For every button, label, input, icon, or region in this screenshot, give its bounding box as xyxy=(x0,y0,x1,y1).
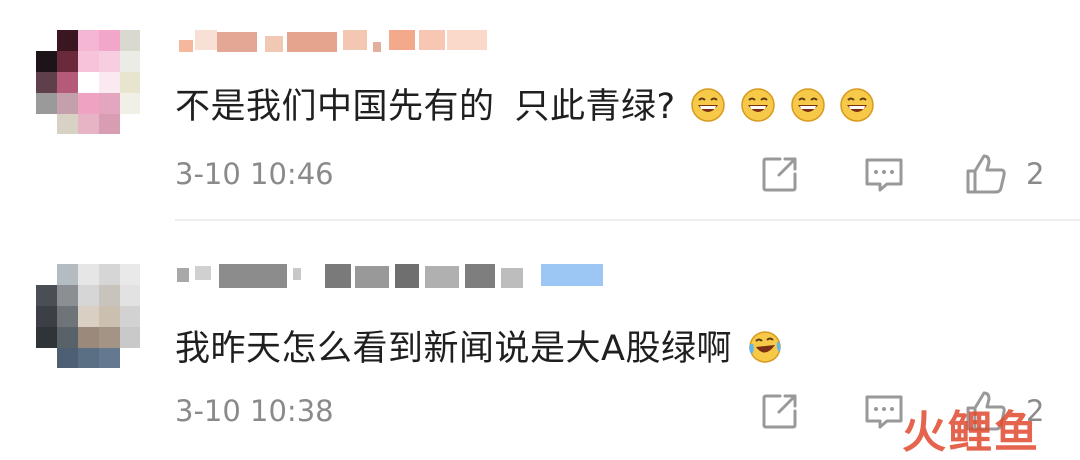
username-blurred[interactable] xyxy=(175,30,495,54)
reply-comment-icon[interactable] xyxy=(860,150,908,198)
comment-text: 我昨天怎么看到新闻说是大A股绿啊 xyxy=(175,320,782,371)
comment-timestamp: 3-10 10:38 xyxy=(175,394,334,428)
watermark-logo: 火鲤鱼 xyxy=(902,407,1040,458)
thumbs-up-icon[interactable] xyxy=(962,150,1010,198)
comment-text-main: 我昨天怎么看到新闻说是大A股绿啊 xyxy=(175,329,732,369)
comment-timestamp: 3-10 10:46 xyxy=(175,157,334,191)
avatar[interactable] xyxy=(36,264,140,368)
like-count: 2 xyxy=(1026,157,1045,191)
comment-item: 不是我们中国先有的 只此青绿? 3-10 10:46 2 xyxy=(0,0,1080,220)
comment-divider xyxy=(175,219,1080,221)
comment-text-main: 不是我们中国先有的 xyxy=(175,87,495,127)
laughing-face-emoji-icon xyxy=(790,88,825,122)
avatar[interactable] xyxy=(36,30,140,134)
laughing-face-emoji-icon xyxy=(840,88,874,122)
reply-comment-icon[interactable] xyxy=(860,387,908,435)
laughing-face-emoji-icon xyxy=(691,88,725,122)
comment-text: 不是我们中国先有的 只此青绿? xyxy=(175,78,874,129)
crying-laughing-face-emoji-icon xyxy=(748,331,781,363)
laughing-face-emoji-icon xyxy=(741,88,775,122)
comment-text-tail: 只此青绿? xyxy=(514,87,676,127)
share-icon[interactable] xyxy=(756,150,804,198)
username-blurred[interactable] xyxy=(175,264,605,288)
share-icon[interactable] xyxy=(756,387,804,435)
